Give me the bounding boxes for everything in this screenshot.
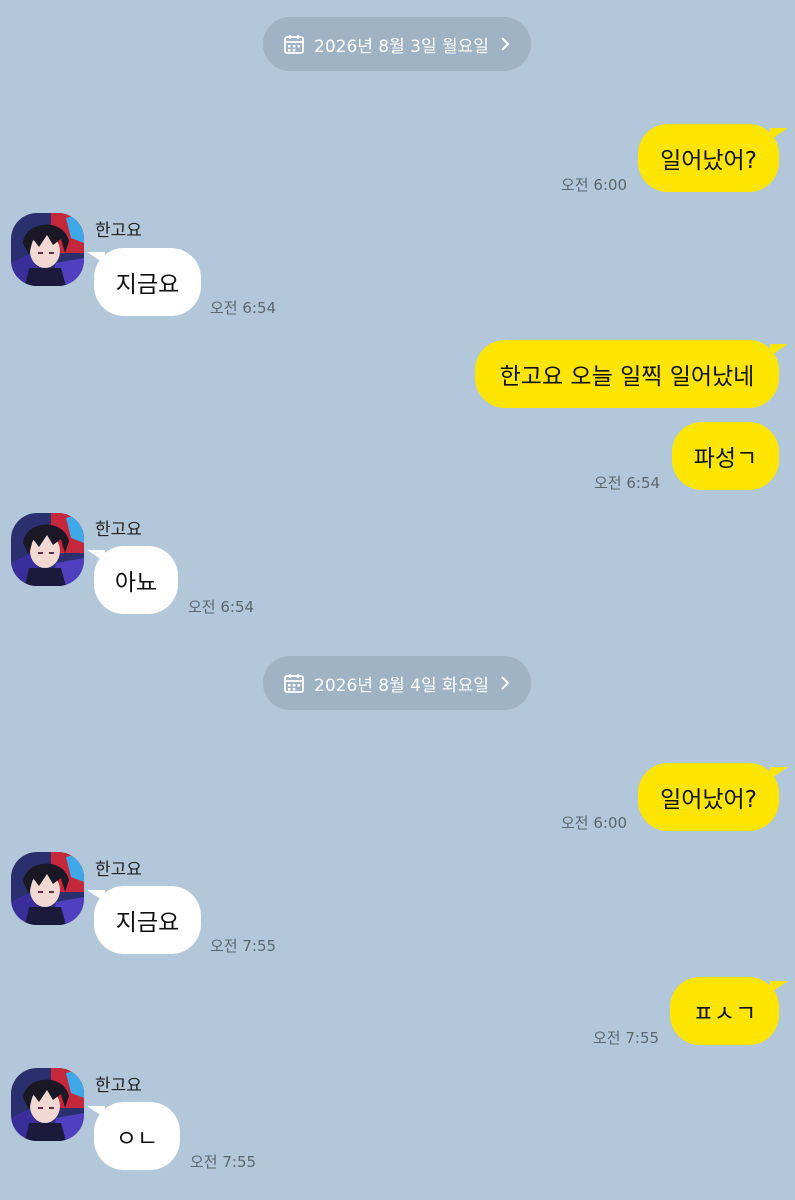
their-message-bubble[interactable]: 지금요 [94, 248, 201, 316]
avatar[interactable] [11, 1068, 84, 1141]
sender-name: 한고요 [95, 221, 142, 241]
bubble-tail [770, 344, 788, 356]
calendar-icon [283, 672, 305, 694]
sender-name: 한고요 [95, 1076, 142, 1096]
message-time: 오전 6:54 [594, 474, 661, 492]
their-message-bubble[interactable]: 아뇨 [94, 546, 178, 614]
their-message-bubble[interactable]: ㅇㄴ [94, 1102, 180, 1170]
bubble-tail [87, 1106, 105, 1118]
message-time: 오전 7:55 [593, 1029, 660, 1047]
avatar[interactable] [11, 513, 84, 586]
date-label: 2026년 8월 3일 월요일 [314, 36, 489, 57]
date-divider[interactable]: 2026년 8월 3일 월요일 [263, 17, 531, 71]
chevron-right-icon [499, 674, 511, 692]
bubble-tail [87, 550, 105, 562]
my-message-bubble[interactable]: 파성ㄱ [672, 422, 779, 490]
bubble-tail [770, 128, 788, 140]
avatar[interactable] [11, 852, 84, 925]
bubble-tail [770, 767, 788, 779]
bubble-tail [770, 981, 788, 993]
their-message-bubble[interactable]: 지금요 [94, 886, 201, 954]
chevron-right-icon [499, 35, 511, 53]
message-time: 오전 6:00 [561, 176, 628, 194]
message-time: 오전 6:00 [561, 814, 628, 832]
sender-name: 한고요 [95, 520, 142, 540]
my-message-bubble[interactable]: ㅍㅅㄱ [670, 977, 779, 1045]
my-message-bubble[interactable]: 일어났어? [638, 763, 779, 831]
bubble-tail [87, 890, 105, 902]
bubble-tail [87, 252, 105, 264]
date-label: 2026년 8월 4일 화요일 [314, 675, 489, 696]
date-divider[interactable]: 2026년 8월 4일 화요일 [263, 656, 531, 710]
message-time: 오전 7:55 [210, 937, 277, 955]
message-time: 오전 6:54 [188, 598, 255, 616]
message-time: 오전 7:55 [190, 1153, 257, 1171]
sender-name: 한고요 [95, 860, 142, 880]
avatar[interactable] [11, 213, 84, 286]
message-time: 오전 6:54 [210, 299, 277, 317]
my-message-bubble[interactable]: 한고요 오늘 일찍 일어났네 [475, 340, 779, 408]
my-message-bubble[interactable]: 일어났어? [638, 124, 779, 192]
calendar-icon [283, 33, 305, 55]
